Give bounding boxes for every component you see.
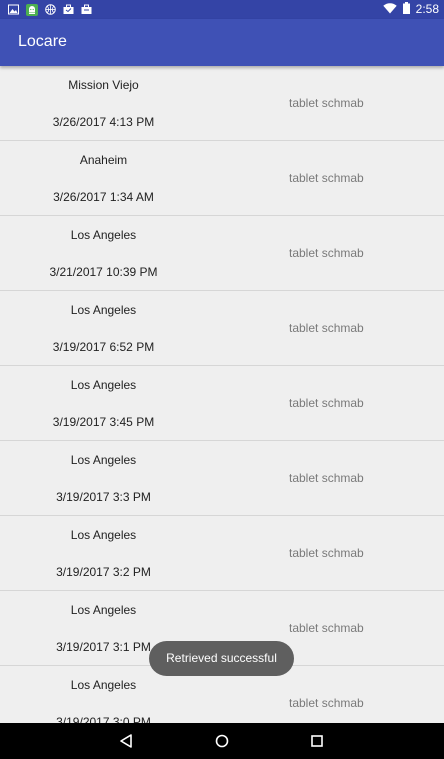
device-label: tablet schmab <box>289 471 364 485</box>
basketball-notification-icon <box>45 4 56 15</box>
back-button[interactable] <box>107 723 147 759</box>
city-label: Mission Viejo <box>68 78 139 92</box>
device-label: tablet schmab <box>289 171 364 185</box>
device-label: tablet schmab <box>289 96 364 110</box>
date-label: 3/19/2017 3:2 PM <box>56 565 151 579</box>
toast-message: Retrieved successful <box>149 641 294 676</box>
wifi-icon <box>382 1 397 19</box>
city-label: Los Angeles <box>70 378 137 392</box>
recents-button[interactable] <box>297 723 337 759</box>
device-label: tablet schmab <box>289 696 364 710</box>
location-list[interactable]: Mission Viejo 3/26/2017 4:13 PM tablet s… <box>0 66 444 723</box>
android-notification-icon <box>26 3 38 16</box>
date-label: 3/19/2017 6:52 PM <box>52 340 155 354</box>
status-time: 2:58 <box>415 2 439 16</box>
city-label: Los Angeles <box>70 603 137 617</box>
navigation-bar <box>0 723 444 759</box>
device-label: tablet schmab <box>289 546 364 560</box>
date-label: 3/26/2017 1:34 AM <box>53 190 154 204</box>
list-item[interactable]: Anaheim 3/26/2017 1:34 AM tablet schmab <box>0 141 444 216</box>
date-label: 3/26/2017 4:13 PM <box>52 115 155 129</box>
device-label: tablet schmab <box>289 246 364 260</box>
status-bar: 2:58 <box>0 0 444 19</box>
toolbox-notification-icon <box>81 4 92 15</box>
city-label: Los Angeles <box>70 228 137 242</box>
date-label: 3/19/2017 3:3 PM <box>56 490 151 504</box>
device-label: tablet schmab <box>289 396 364 410</box>
app-title: Locare <box>18 33 67 50</box>
gallery-notification-icon <box>8 4 19 15</box>
device-label: tablet schmab <box>289 621 364 635</box>
home-icon <box>215 734 229 748</box>
recents-icon <box>311 735 323 747</box>
list-item[interactable]: Los Angeles 3/21/2017 10:39 PM tablet sc… <box>0 216 444 291</box>
date-label: 3/19/2017 3:0 PM <box>56 715 151 723</box>
battery-icon <box>402 1 410 19</box>
home-button[interactable] <box>202 723 242 759</box>
list-item[interactable]: Los Angeles 3/19/2017 3:2 PM tablet schm… <box>0 516 444 591</box>
list-item[interactable]: Los Angeles 3/19/2017 6:52 PM tablet sch… <box>0 291 444 366</box>
device-label: tablet schmab <box>289 321 364 335</box>
city-label: Los Angeles <box>70 453 137 467</box>
city-label: Los Angeles <box>70 528 137 542</box>
date-label: 3/19/2017 3:45 PM <box>52 415 155 429</box>
list-item[interactable]: Los Angeles 3/19/2017 3:3 PM tablet schm… <box>0 441 444 516</box>
city-label: Anaheim <box>79 153 128 167</box>
app-bar: Locare <box>0 19 444 66</box>
briefcase-notification-icon <box>63 4 74 15</box>
system-status: 2:58 <box>382 1 439 19</box>
list-item[interactable]: Mission Viejo 3/26/2017 4:13 PM tablet s… <box>0 66 444 141</box>
back-icon <box>120 734 132 748</box>
city-label: Los Angeles <box>70 303 137 317</box>
notification-icons <box>8 3 92 16</box>
city-label: Los Angeles <box>70 678 137 692</box>
date-label: 3/21/2017 10:39 PM <box>49 265 158 279</box>
list-item[interactable]: Los Angeles 3/19/2017 3:45 PM tablet sch… <box>0 366 444 441</box>
